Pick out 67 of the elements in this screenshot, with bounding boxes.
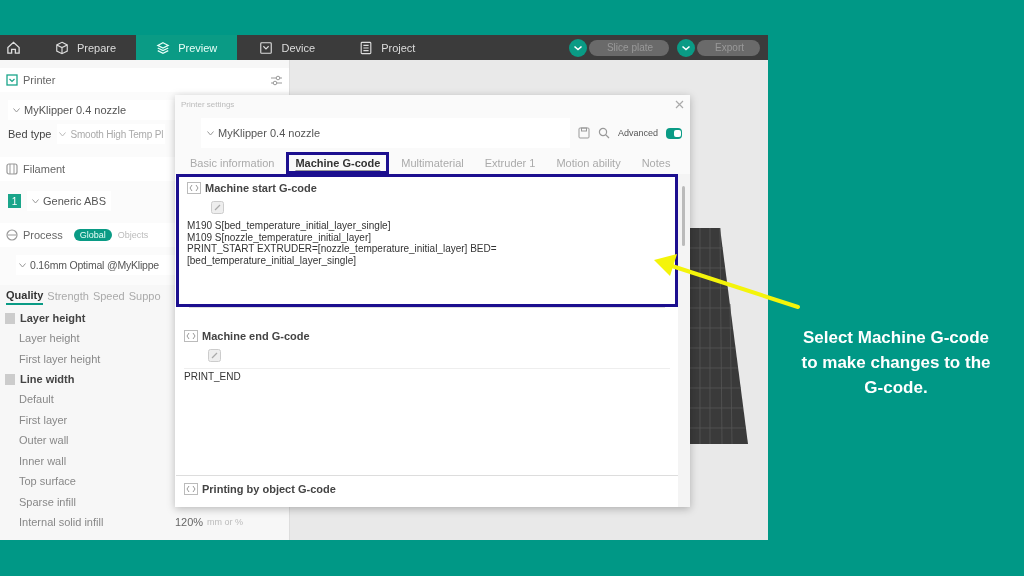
dialog-tab[interactable]: Basic information [181, 152, 284, 174]
dialog-tab[interactable]: Extruder 1 [475, 152, 545, 174]
dialog-tab[interactable]: Machine G-code [286, 152, 390, 174]
callout-caption: Select Machine G-code to make changes to the G-code. [800, 327, 992, 395]
filament-select[interactable]: Generic ABS [27, 191, 111, 211]
toolbar-tab[interactable]: Prepare [35, 35, 137, 60]
settings-tab[interactable]: Quality [6, 288, 44, 305]
printer-preset-select[interactable]: MyKlipper 0.4 nozzle [201, 118, 570, 148]
group-title: Line width [20, 373, 75, 385]
chevron-icon [32, 198, 39, 204]
option-label: Internal solid infill [19, 516, 105, 529]
option-label: Sparse infill [19, 495, 77, 508]
group-icon [5, 373, 15, 385]
section-title: Printing by object G-code [202, 483, 336, 495]
settings-tab[interactable]: Speed [92, 288, 125, 305]
option-label: Layer height [19, 332, 81, 345]
option-label: Top surface [19, 475, 77, 488]
section-title: Machine start G-code [205, 182, 317, 194]
home-icon[interactable] [6, 40, 21, 55]
dialog-tab[interactable]: Motion ability [547, 152, 630, 174]
close-icon[interactable] [675, 99, 684, 109]
toolbar-tab[interactable]: Device [237, 35, 338, 60]
code-icon [184, 483, 198, 495]
chevron-icon [13, 107, 20, 113]
section-title: Printer [23, 74, 56, 86]
settings-icon[interactable] [270, 73, 283, 87]
scrollbar[interactable] [678, 174, 690, 507]
edit-icon[interactable] [211, 201, 224, 214]
option-label: Default [19, 393, 55, 406]
toolbar-tab[interactable]: Project [337, 35, 438, 60]
advanced-toggle[interactable] [666, 127, 682, 139]
save-icon[interactable] [577, 127, 590, 139]
dialog-tab[interactable]: Notes [632, 152, 680, 174]
option-label: First layer [19, 413, 69, 426]
toolbar-tab[interactable]: Preview [136, 35, 238, 60]
settings-tab[interactable]: Strength [47, 288, 89, 305]
dialog-tab[interactable]: Multimaterial [392, 152, 473, 174]
scope-option[interactable]: Objects [111, 229, 155, 241]
code-icon [187, 182, 201, 194]
group-title: Layer height [20, 312, 86, 324]
chevron-icon[interactable] [677, 38, 696, 57]
section-title: Filament [23, 163, 66, 175]
chevron-icon [207, 130, 214, 136]
section-title: Process [23, 229, 63, 241]
option-label: First layer height [19, 352, 102, 365]
gcode-text-area[interactable]: PRINT_END [184, 368, 670, 467]
option-label: Inner wall [19, 454, 68, 467]
chevron-icon [19, 262, 26, 268]
device-icon [259, 40, 274, 55]
layers-icon [156, 40, 171, 55]
document-icon [359, 40, 374, 55]
settings-tab[interactable]: Suppo [128, 288, 161, 305]
search-icon[interactable] [597, 127, 610, 139]
section-title: Machine end G-code [202, 330, 310, 342]
chevron-icon[interactable] [568, 38, 587, 57]
chevron-icon [59, 131, 67, 137]
option-value[interactable]: 120% [175, 516, 207, 529]
option-label: Outer wall [19, 434, 70, 447]
filament-badge: 1 [8, 194, 21, 208]
group-icon [5, 312, 15, 324]
cube-icon [55, 40, 69, 55]
edit-icon[interactable] [208, 349, 221, 362]
scope-option[interactable]: Global [73, 229, 112, 241]
code-icon [184, 330, 198, 342]
advanced-label: Advanced [617, 128, 658, 138]
bed-type-select[interactable]: Smooth High Temp Pl [57, 124, 166, 144]
field-label: Bed type [8, 128, 52, 140]
